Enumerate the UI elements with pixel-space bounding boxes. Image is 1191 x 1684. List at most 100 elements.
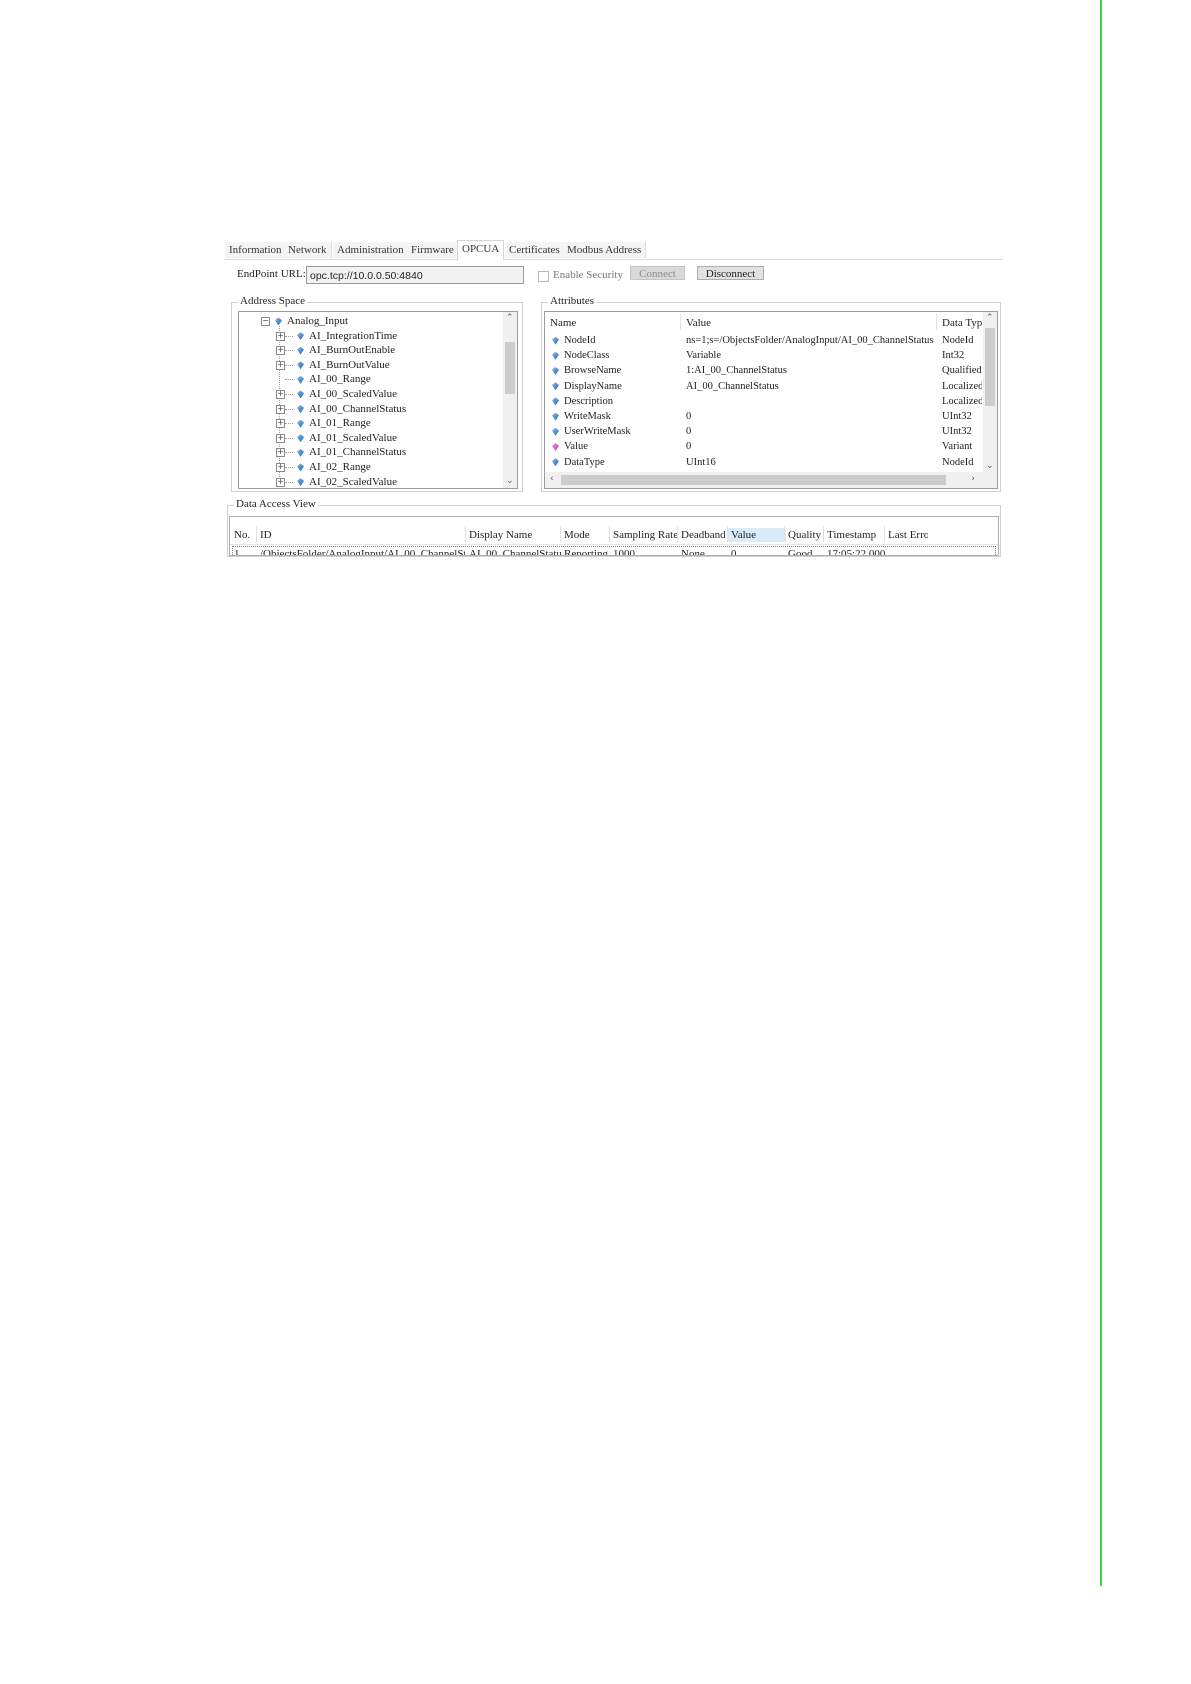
column-header[interactable]: Value	[728, 528, 786, 542]
attribute-value-cell[interactable]: 0	[686, 425, 934, 439]
column-header[interactable]: Timestamp	[827, 528, 885, 542]
table-cell[interactable]: Good	[788, 547, 825, 555]
tab-information[interactable]: Information	[225, 242, 287, 258]
attribute-name-cell[interactable]: DataType	[552, 456, 605, 470]
column-header[interactable]: Quality	[788, 528, 825, 542]
expand-icon[interactable]: +	[276, 463, 285, 472]
tree-node[interactable]: + AI_BurnOutValue	[276, 358, 390, 372]
tree-scroll-thumb[interactable]	[505, 342, 515, 394]
column-header[interactable]: Display Name	[469, 528, 561, 542]
tree-node[interactable]: + AI_00_ScaledValue	[276, 387, 397, 401]
expand-icon[interactable]: +	[276, 433, 285, 443]
tree-node[interactable]: + AI_01_ChannelStatus	[276, 445, 406, 459]
tree-node[interactable]: + AI_02_Range	[276, 460, 371, 474]
tree-scrollbar[interactable]: ⌃ ⌄	[503, 312, 517, 488]
connect-button[interactable]: Connect	[630, 266, 685, 280]
column-header[interactable]: Mode	[564, 528, 610, 542]
attribute-name-cell[interactable]: NodeClass	[552, 349, 610, 363]
expand-icon[interactable]: +	[276, 477, 285, 487]
attributes-table[interactable]: Name Value Data Typ ⌃ ⌄ ‹ › NodeId ns=1;s…	[544, 311, 998, 489]
table-cell[interactable]: 1000	[613, 547, 679, 555]
tree-node[interactable]: + AI_01_Range	[276, 416, 371, 430]
attribute-type-cell[interactable]: NodeId	[942, 456, 982, 470]
tab-modbus-address[interactable]: Modbus Address	[563, 242, 647, 258]
attribute-name: DataType	[564, 456, 605, 468]
attributes-vscroll-thumb[interactable]	[985, 328, 995, 406]
tree-node[interactable]: + AI_01_ScaledValue	[276, 431, 397, 445]
table-cell[interactable]: 17:05:22.000	[827, 547, 885, 555]
attribute-type-cell[interactable]: Qualified	[942, 364, 982, 378]
attribute-value-cell[interactable]: UInt16	[686, 456, 934, 470]
attribute-name-cell[interactable]: DisplayName	[552, 380, 622, 394]
table-cell[interactable]: /ObjectsFolder/AnalogInput/AI_00_Channel…	[260, 547, 465, 555]
tab-network[interactable]: Network	[284, 242, 332, 258]
scroll-left-icon[interactable]: ‹	[550, 474, 554, 484]
attribute-name-cell[interactable]: Value	[552, 440, 588, 454]
attribute-value-cell[interactable]: 1:AI_00_ChannelStatus	[686, 364, 934, 378]
attributes-vscrollbar[interactable]: ⌃ ⌄	[983, 312, 997, 472]
column-data-type[interactable]: Data Typ	[942, 316, 984, 330]
attribute-name-cell[interactable]: BrowseName	[552, 364, 621, 378]
column-value[interactable]: Value	[686, 316, 711, 330]
tab-opcua[interactable]: OPCUA	[457, 240, 505, 261]
attribute-type-cell[interactable]: Int32	[942, 349, 982, 363]
column-header[interactable]: Last Erro	[888, 528, 928, 542]
attributes-hscroll-thumb[interactable]	[561, 475, 946, 485]
attribute-type-cell[interactable]: NodeId	[942, 334, 982, 348]
attribute-name-cell[interactable]: UserWriteMask	[552, 425, 631, 439]
enable-security-checkbox[interactable]	[538, 271, 549, 282]
address-space-tree[interactable]: ⌃ ⌄ − Analog_Input + AI_IntegrationTime + AI_…	[238, 311, 518, 489]
collapse-icon[interactable]: −	[261, 317, 270, 326]
column-header[interactable]: Sampling Rate	[613, 528, 679, 542]
table-cell[interactable]: AI_00_ChannelStatus	[469, 547, 561, 555]
attribute-value-cell[interactable]	[686, 395, 934, 409]
tree-node[interactable]: AI_00_Range	[276, 372, 371, 386]
attribute-name-cell[interactable]: Description	[552, 395, 613, 409]
table-cell[interactable]: 1	[234, 547, 260, 555]
attribute-value-cell[interactable]: Variable	[686, 349, 934, 363]
attribute-type-cell[interactable]: Localized	[942, 380, 982, 394]
data-access-table[interactable]: No. ID Display Name Mode Sampling Rate Deadba…	[229, 516, 999, 556]
attributes-hscrollbar[interactable]: ‹ ›	[545, 472, 997, 488]
tab-firmware[interactable]: Firmware	[407, 242, 459, 258]
tree-node[interactable]: + AI_IntegrationTime	[276, 329, 397, 343]
column-header[interactable]: Deadband	[681, 528, 729, 542]
attribute-type-cell[interactable]: Localized	[942, 395, 982, 409]
tree-node[interactable]: + AI_02_ScaledValue	[276, 475, 397, 488]
table-cell[interactable]: 0	[731, 547, 786, 555]
attribute-value-cell[interactable]: AI_00_ChannelStatus	[686, 380, 934, 394]
attribute-type-cell[interactable]: Variant	[942, 440, 982, 454]
attribute-name-cell[interactable]: WriteMask	[552, 410, 611, 424]
attribute-type-cell[interactable]: UInt32	[942, 410, 982, 424]
tab-administration[interactable]: Administration	[333, 242, 409, 258]
endpoint-url-input[interactable]: opc.tcp://10.0.0.50:4840	[306, 266, 524, 284]
column-name[interactable]: Name	[550, 316, 576, 330]
scroll-down-icon[interactable]: ⌄	[986, 461, 994, 471]
disconnect-button[interactable]: Disconnect	[697, 266, 764, 280]
table-cell[interactable]	[888, 547, 928, 555]
attribute-value-cell[interactable]: 0	[686, 410, 934, 424]
expand-icon[interactable]: +	[276, 360, 285, 370]
expand-icon[interactable]: +	[276, 331, 285, 341]
tree-node[interactable]: + AI_00_ChannelStatus	[276, 402, 406, 416]
attribute-name: Value	[564, 441, 588, 453]
expand-icon[interactable]: +	[276, 448, 285, 458]
column-header[interactable]: ID	[260, 528, 465, 542]
table-cell[interactable]: None	[681, 547, 729, 555]
scroll-down-icon[interactable]: ⌄	[506, 476, 514, 486]
expand-icon[interactable]: +	[276, 404, 285, 414]
tree-node[interactable]: + AI_BurnOutEnable	[276, 343, 395, 357]
expand-icon[interactable]: +	[276, 390, 285, 399]
expand-icon[interactable]: +	[276, 346, 285, 356]
attribute-value-cell[interactable]: 0	[686, 440, 934, 454]
table-cell[interactable]: Reporting	[564, 547, 610, 555]
tree-root-node[interactable]: − Analog_Input	[261, 314, 348, 328]
scroll-right-icon[interactable]: ›	[971, 474, 975, 484]
scroll-up-icon[interactable]: ⌃	[986, 313, 994, 323]
attribute-type-cell[interactable]: UInt32	[942, 425, 982, 439]
tab-certificates[interactable]: Certificates	[505, 242, 565, 258]
attribute-name-cell[interactable]: NodeId	[552, 334, 596, 348]
attribute-value-cell[interactable]: ns=1;s=/ObjectsFolder/AnalogInput/AI_00_…	[686, 334, 934, 348]
expand-icon[interactable]: +	[276, 419, 285, 429]
scroll-up-icon[interactable]: ⌃	[506, 313, 514, 323]
